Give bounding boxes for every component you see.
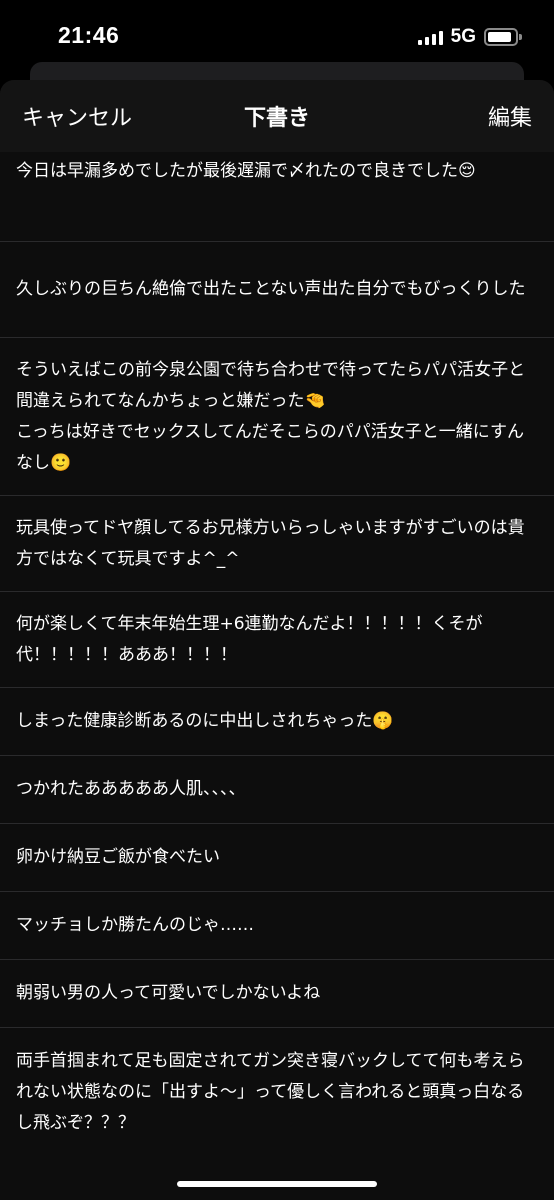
navigation-bar: キャンセル 下書き 編集: [0, 80, 554, 152]
draft-item[interactable]: 朝弱い男の人って可愛いでしかないよね: [0, 960, 554, 1028]
draft-item[interactable]: 卵かけ納豆ご飯が食べたい: [0, 824, 554, 892]
battery-icon: [484, 28, 522, 46]
home-indicator[interactable]: [177, 1181, 377, 1187]
draft-text: つかれたあああああ人肌、、、、: [16, 779, 246, 799]
draft-text: マッチョしか勝たんのじゃ……: [16, 915, 254, 935]
cancel-button[interactable]: キャンセル: [22, 100, 132, 132]
draft-text: 両手首掴まれて足も固定されてガン突き寝バックしてて何も考えられない状態なのに「出…: [16, 1051, 525, 1133]
draft-item[interactable]: 玩具使ってドヤ顔してるお兄様方いらっしゃいますがすごいのは貴方ではなくて玩具です…: [0, 496, 554, 592]
draft-item[interactable]: そういえばこの前今泉公園で待ち合わせで待ってたらパパ活女子と間違えられてなんかち…: [0, 338, 554, 496]
draft-text: 何が楽しくて年末年始生理+6連勤なんだよ！！！！！くそが代！！！！！あああ！！！…: [16, 613, 483, 665]
status-indicators: 5G: [417, 26, 522, 48]
draft-item[interactable]: 両手首掴まれて足も固定されてガン突き寝バックしてて何も考えられない状態なのに「出…: [0, 1028, 554, 1158]
draft-text: 玩具使ってドヤ顔してるお兄様方いらっしゃいますがすごいのは貴方ではなくて玩具です…: [16, 517, 525, 569]
status-time: 21:46: [58, 22, 120, 48]
draft-text: 卵かけ納豆ご飯が食べたい: [16, 847, 220, 867]
drafts-sheet: キャンセル 下書き 編集 今日は早漏多めでしたが最後遅漏で〆れたので良きでした😌…: [0, 80, 554, 1200]
edit-button[interactable]: 編集: [488, 100, 532, 132]
battery-fill: [488, 32, 511, 42]
cellular-signal-icon: [417, 29, 443, 45]
draft-text: 今日は早漏多めでしたが最後遅漏で〆れたので良きでした😌: [16, 161, 476, 181]
draft-item[interactable]: しまった健康診断あるのに中出しされちゃった🤫: [0, 688, 554, 756]
draft-item[interactable]: 久しぶりの巨ちん絶倫で出たことない声出た自分でもびっくりした: [0, 242, 554, 338]
draft-text: そういえばこの前今泉公園で待ち合わせで待ってたらパパ活女子と間違えられてなんかち…: [16, 359, 526, 473]
draft-text: 久しぶりの巨ちん絶倫で出たことない声出た自分でもびっくりした: [16, 279, 526, 299]
draft-text: しまった健康診断あるのに中出しされちゃった🤫: [16, 711, 394, 731]
draft-item[interactable]: 今日は早漏多めでしたが最後遅漏で〆れたので良きでした😌: [0, 152, 554, 242]
draft-item[interactable]: 何が楽しくて年末年始生理+6連勤なんだよ！！！！！くそが代！！！！！あああ！！！…: [0, 592, 554, 688]
draft-item[interactable]: マッチョしか勝たんのじゃ……: [0, 892, 554, 960]
network-type-label: 5G: [450, 26, 476, 47]
draft-list: 今日は早漏多めでしたが最後遅漏で〆れたので良きでした😌 久しぶりの巨ちん絶倫で出…: [0, 152, 554, 1158]
draft-text: 朝弱い男の人って可愛いでしかないよね: [16, 983, 321, 1003]
draft-item[interactable]: つかれたあああああ人肌、、、、: [0, 756, 554, 824]
